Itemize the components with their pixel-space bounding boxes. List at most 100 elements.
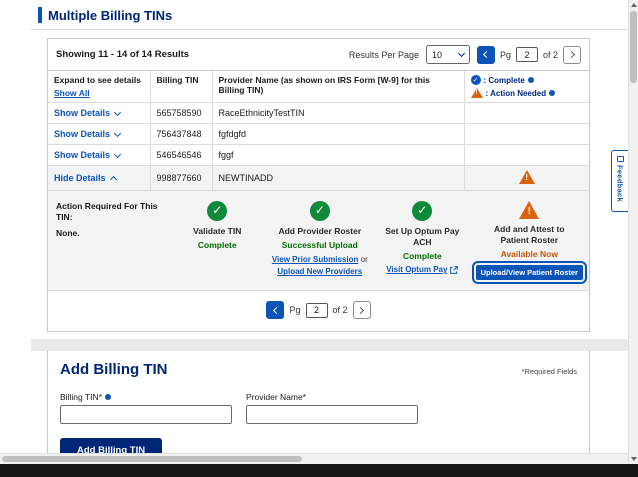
info-icon[interactable] bbox=[528, 77, 534, 83]
step-optum-pay-ach: Set Up Optum Pay ACH Complete Visit Optu… bbox=[373, 199, 472, 280]
header-expand: Expand to see details Show All bbox=[48, 71, 150, 103]
show-details-toggle[interactable]: Show Details bbox=[54, 108, 120, 118]
results-toolbar: Showing 11 - 14 of 14 Results Results Pe… bbox=[48, 39, 589, 71]
chevron-down-icon bbox=[458, 50, 465, 57]
horizontal-scrollbar-thumb[interactable] bbox=[2, 456, 302, 462]
main-content: Multiple Billing TINs Showing 11 - 14 of… bbox=[0, 0, 628, 464]
upload-view-patient-roster-button[interactable]: Upload/View Patient Roster bbox=[476, 265, 583, 280]
show-all-link[interactable]: Show All bbox=[54, 88, 90, 98]
pagination-of-label: of 2 bbox=[333, 305, 348, 315]
visit-optum-pay-link[interactable]: Visit Optum Pay bbox=[386, 265, 458, 275]
pagination-of-label: of 2 bbox=[543, 50, 558, 60]
step-status: Complete bbox=[373, 251, 472, 262]
table-header-row: Expand to see details Show All Billing T… bbox=[48, 71, 589, 103]
section-divider-band bbox=[31, 339, 628, 351]
add-billing-tin-title: Add Billing TIN bbox=[60, 361, 167, 378]
chevron-left-icon bbox=[483, 51, 490, 58]
required-fields-note: *Required Fields bbox=[522, 367, 577, 378]
provider-name-label: Provider Name* bbox=[246, 392, 418, 402]
table-row: Show Details 546546546 fggf bbox=[48, 145, 589, 166]
vertical-scrollbar-thumb[interactable] bbox=[630, 11, 637, 83]
warning-triangle-icon bbox=[519, 170, 535, 184]
check-circle-icon bbox=[310, 201, 330, 221]
step-patient-roster: Add and Attest to Patient Roster Availab… bbox=[476, 199, 583, 280]
tin-detail-row: Action Required For This TIN: None. Vali… bbox=[48, 191, 589, 291]
page-number-input[interactable] bbox=[306, 303, 328, 318]
status-cell bbox=[464, 124, 589, 145]
results-controls: Results Per Page 10 Pg of 2 bbox=[349, 45, 581, 64]
results-per-page-select[interactable]: 10 bbox=[426, 45, 470, 64]
action-required-value: None. bbox=[56, 228, 164, 239]
check-circle-icon bbox=[207, 201, 227, 221]
pagination-top: Pg of 2 bbox=[477, 46, 581, 64]
billing-tin-input[interactable] bbox=[60, 405, 232, 424]
chevron-up-icon bbox=[109, 175, 116, 182]
pagination-next-button[interactable] bbox=[563, 46, 581, 64]
results-per-page-label: Results Per Page bbox=[349, 50, 419, 60]
vertical-scrollbar[interactable] bbox=[628, 0, 638, 464]
chevron-right-icon bbox=[567, 51, 574, 58]
pagination-bottom: Pg of 2 bbox=[266, 301, 370, 319]
billing-tins-table: Expand to see details Show All Billing T… bbox=[48, 71, 589, 291]
billing-tin-value: 998877660 bbox=[150, 166, 212, 191]
header-divider bbox=[31, 29, 628, 30]
page-title: Multiple Billing TINs bbox=[48, 8, 172, 23]
complete-check-icon bbox=[471, 75, 481, 85]
pagination-bottom-wrap: Pg of 2 bbox=[48, 291, 589, 331]
step-status: Successful Upload bbox=[271, 240, 370, 251]
billing-tin-value: 756437848 bbox=[150, 124, 212, 145]
table-row-expanded: Hide Details 998877660 NEWTINADD bbox=[48, 166, 589, 191]
pagination-prev-button[interactable] bbox=[477, 46, 495, 64]
info-icon[interactable] bbox=[105, 394, 111, 400]
pagination-pg-label: Pg bbox=[500, 50, 511, 60]
provider-name-field-group: Provider Name* bbox=[246, 392, 418, 424]
horizontal-scrollbar[interactable] bbox=[0, 453, 628, 464]
view-prior-submission-link[interactable]: View Prior Submission bbox=[272, 255, 359, 264]
provider-name-value: NEWTINADD bbox=[212, 166, 464, 191]
warning-triangle-icon bbox=[519, 201, 539, 219]
page-header: Multiple Billing TINs bbox=[38, 7, 628, 23]
info-icon[interactable] bbox=[549, 90, 555, 96]
status-cell bbox=[464, 166, 589, 191]
action-required-label: Action Required For This TIN: bbox=[56, 201, 164, 224]
show-details-toggle[interactable]: Show Details bbox=[54, 150, 120, 160]
header-status-legend: : Complete : Action Needed bbox=[464, 71, 589, 103]
upload-new-providers-link[interactable]: Upload New Providers bbox=[277, 267, 362, 276]
check-circle-icon bbox=[412, 201, 432, 221]
pagination-next-button[interactable] bbox=[353, 301, 371, 319]
pagination-prev-button[interactable] bbox=[266, 301, 284, 319]
hide-details-toggle[interactable]: Hide Details bbox=[54, 173, 116, 183]
scroll-up-arrow-icon[interactable] bbox=[631, 3, 637, 7]
billing-tin-field-group: Billing TIN* bbox=[60, 392, 232, 424]
external-link-icon bbox=[450, 266, 458, 274]
feedback-bubble-icon bbox=[617, 156, 624, 162]
billing-tin-value: 546546546 bbox=[150, 145, 212, 166]
billing-tin-value: 565758590 bbox=[150, 103, 212, 124]
chevron-down-icon bbox=[114, 150, 121, 157]
status-cell bbox=[464, 103, 589, 124]
bottom-edge-bar bbox=[0, 464, 638, 477]
pagination-pg-label: Pg bbox=[289, 305, 300, 315]
step-status: Available Now bbox=[476, 249, 583, 260]
status-cell bbox=[464, 145, 589, 166]
table-row: Show Details 565758590 RaceEthnicityTest… bbox=[48, 103, 589, 124]
header-provider-name: Provider Name (as shown on IRS Form [W-9… bbox=[212, 71, 464, 103]
billing-tins-panel: Showing 11 - 14 of 14 Results Results Pe… bbox=[47, 38, 590, 332]
add-billing-tin-panel: Add Billing TIN *Required Fields Billing… bbox=[47, 351, 590, 464]
step-status: Complete bbox=[168, 240, 267, 251]
show-details-toggle[interactable]: Show Details bbox=[54, 129, 120, 139]
action-required-block: Action Required For This TIN: None. bbox=[54, 199, 164, 280]
header-billing-tin: Billing TIN bbox=[150, 71, 212, 103]
billing-tin-label: Billing TIN* bbox=[60, 392, 232, 402]
feedback-tab[interactable]: Feedback bbox=[611, 150, 628, 212]
chevron-right-icon bbox=[357, 307, 364, 314]
provider-name-value: RaceEthnicityTestTIN bbox=[212, 103, 464, 124]
chevron-down-icon bbox=[114, 129, 121, 136]
provider-name-value: fggf bbox=[212, 145, 464, 166]
chevron-down-icon bbox=[114, 108, 121, 115]
warning-triangle-icon bbox=[471, 88, 483, 98]
page-number-input[interactable] bbox=[516, 47, 538, 62]
results-summary: Showing 11 - 14 of 14 Results bbox=[56, 49, 189, 60]
scroll-down-arrow-icon[interactable] bbox=[631, 457, 637, 461]
provider-name-input[interactable] bbox=[246, 405, 418, 424]
